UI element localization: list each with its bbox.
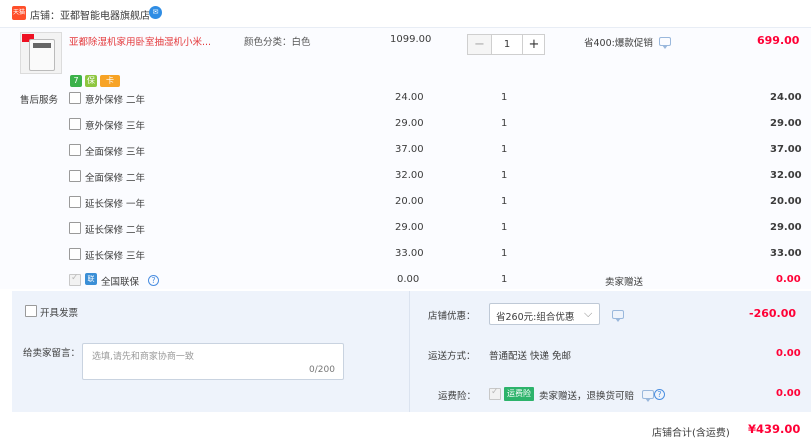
promo-text: 省400:爆款促销 xyxy=(584,38,653,49)
warranty-price: 24.00 xyxy=(395,92,424,103)
seller-message-input[interactable]: 选填,请先和商家协商一致 0/200 xyxy=(82,343,344,380)
warranty-name: 全面保修 三年 xyxy=(85,147,146,158)
warranty-qty: 1 xyxy=(501,248,508,259)
shop-total-value: ¥439.00 xyxy=(748,422,801,436)
warranty-total: 29.00 xyxy=(770,118,802,129)
warranty-price: 29.00 xyxy=(395,118,424,129)
7-day-return-icon[interactable]: 7 xyxy=(70,75,82,87)
quantity-stepper: − 1 + xyxy=(467,34,545,55)
warranty-checkbox[interactable] xyxy=(69,118,81,130)
warranty-checkbox[interactable] xyxy=(69,222,81,234)
product-thumbnail[interactable] xyxy=(20,32,62,74)
warranty-price: 20.00 xyxy=(395,196,424,207)
message-placeholder: 选填,请先和商家协商一致 xyxy=(92,352,194,362)
national-warranty-qty: 1 xyxy=(501,274,508,285)
shipping-label: 运送方式： xyxy=(428,351,476,362)
insurance-checkbox xyxy=(489,387,501,400)
warranty-checkbox[interactable] xyxy=(69,248,81,260)
warranty-name: 意外保修 三年 xyxy=(85,121,146,132)
warranty-total: 32.00 xyxy=(770,170,802,181)
unit-price: 1099.00 xyxy=(390,34,432,45)
warranty-total: 24.00 xyxy=(770,92,802,103)
seller-message-label: 给卖家留言： xyxy=(23,348,81,359)
after-sales-label: 售后服务 xyxy=(20,95,59,106)
tmall-shop-icon: 天猫 xyxy=(12,6,26,20)
product-title-link[interactable]: 亚都除湿机家用卧室抽湿机小米... xyxy=(69,34,211,48)
warranty-qty: 1 xyxy=(501,170,508,181)
shop-discount-amount: -260.00 xyxy=(749,307,797,320)
qty-plus-button[interactable]: + xyxy=(522,35,545,54)
guarantee-icon[interactable]: 保 xyxy=(85,75,97,87)
insurance-desc: 卖家赠送，退换货可赔 xyxy=(539,391,635,402)
qty-input[interactable]: 1 xyxy=(492,35,522,54)
warranty-checkbox[interactable] xyxy=(69,144,81,156)
warranty-name: 全面保修 二年 xyxy=(85,173,146,184)
warranty-checkbox[interactable] xyxy=(69,196,81,208)
warranty-qty: 1 xyxy=(501,144,508,155)
chevron-down-icon: ⌵ xyxy=(584,307,593,320)
order-item-block: 亚都除湿机家用卧室抽湿机小米... 颜色分类：白色 7 保 卡 1099.00 … xyxy=(0,27,811,289)
warranty-total: 37.00 xyxy=(770,144,802,155)
card-icon[interactable]: 卡 xyxy=(100,75,120,87)
insurance-label: 运费险： xyxy=(438,391,477,402)
warranty-name: 延长保修 一年 xyxy=(85,199,146,210)
warranty-total: 20.00 xyxy=(770,196,802,207)
message-counter: 0/200 xyxy=(309,365,335,375)
warranty-qty: 1 xyxy=(501,196,508,207)
shop-name-link[interactable]: 店铺：亚都智能电器旗舰店 xyxy=(30,7,150,22)
invoice-checkbox[interactable] xyxy=(25,305,37,317)
national-warranty-badge-icon: 联 xyxy=(85,273,97,285)
shop-total-label: 店铺合计(含运费) xyxy=(652,428,730,439)
national-warranty-checkbox xyxy=(69,273,81,286)
insurance-badge: 运费险 xyxy=(504,387,534,401)
shipping-amount: 0.00 xyxy=(776,348,801,359)
warranty-name: 意外保修 二年 xyxy=(85,95,146,106)
warranty-price: 37.00 xyxy=(395,144,424,155)
insurance-amount: 0.00 xyxy=(776,388,801,399)
sku-text: 颜色分类：白色 xyxy=(244,37,311,48)
warranty-qty: 1 xyxy=(501,118,508,129)
warranty-qty: 1 xyxy=(501,92,508,103)
invoice-label: 开具发票 xyxy=(40,308,79,319)
panel-divider xyxy=(409,291,410,412)
chat-bubble-icon[interactable]: ✉ xyxy=(149,6,162,19)
national-warranty-price: 0.00 xyxy=(397,274,420,285)
warranty-checkbox[interactable] xyxy=(69,92,81,104)
qty-minus-button[interactable]: − xyxy=(468,35,492,54)
shop-discount-select[interactable]: 省260元:组合优惠 ⌵ xyxy=(489,303,600,325)
item-subtotal: 699.00 xyxy=(757,34,800,47)
warranty-name: 延长保修 二年 xyxy=(85,225,146,236)
warranty-qty: 1 xyxy=(501,222,508,233)
discount-info-icon[interactable] xyxy=(612,310,624,322)
insurance-chat-icon[interactable] xyxy=(642,390,654,402)
promo-info-icon[interactable] xyxy=(659,37,671,49)
national-warranty-name: 全国联保 xyxy=(101,277,140,288)
shop-discount-label: 店铺优惠： xyxy=(428,311,476,322)
national-warranty-total: 0.00 xyxy=(776,274,801,285)
warranty-checkbox[interactable] xyxy=(69,170,81,182)
shipping-method: 普通配送 快递 免邮 xyxy=(489,351,572,362)
help-icon[interactable]: ? xyxy=(654,389,665,400)
warranty-total: 33.00 xyxy=(770,248,802,259)
warranty-name: 延长保修 三年 xyxy=(85,251,146,262)
help-icon[interactable]: ? xyxy=(148,275,159,286)
warranty-price: 32.00 xyxy=(395,170,424,181)
warranty-price: 29.00 xyxy=(395,222,424,233)
warranty-total: 29.00 xyxy=(770,222,802,233)
shop-discount-selected: 省260元:组合优惠 xyxy=(496,312,575,323)
warranty-price: 33.00 xyxy=(395,248,424,259)
seller-gift-text: 卖家赠送 xyxy=(605,277,644,288)
shop-header: 天猫 店铺：亚都智能电器旗舰店 ✉ xyxy=(0,0,811,26)
